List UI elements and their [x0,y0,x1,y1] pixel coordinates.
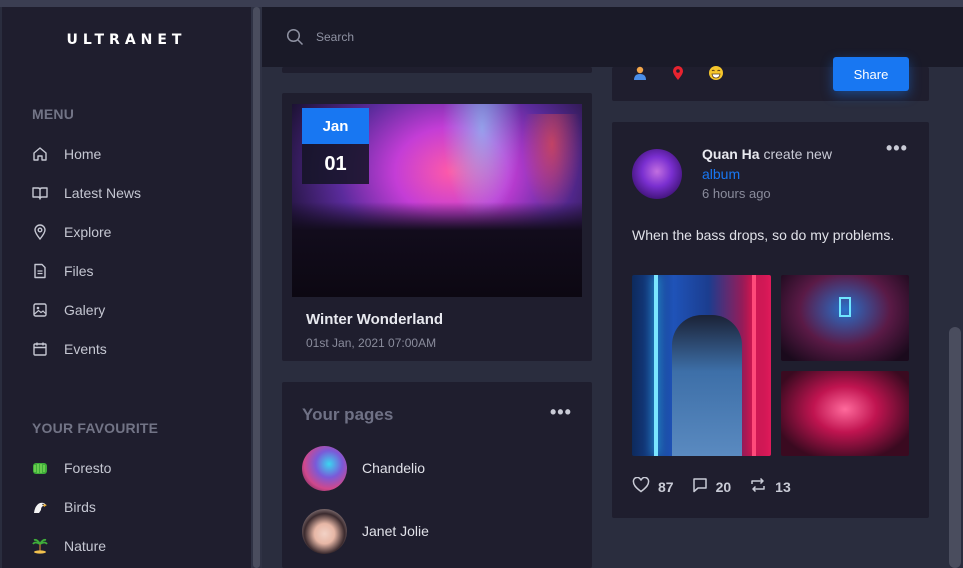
page-item-chandelio[interactable]: Chandelio [302,445,425,491]
sidebar-item-birds[interactable]: Birds [32,495,232,519]
heart-icon [632,476,650,496]
repost-icon [749,477,767,496]
sidebar: ULTRANET MENU Home Latest News Explore F… [2,7,251,568]
sidebar-item-label: Home [64,146,102,162]
sidebar-item-files[interactable]: Files [32,259,232,283]
page-name: Chandelio [362,460,426,476]
tree-emoji-icon [32,460,48,476]
comment-button[interactable]: 20 [692,477,732,496]
file-icon [32,263,48,279]
sidebar-scrollbar-thumb[interactable] [253,7,260,568]
home-icon [32,146,48,162]
content-scrollbar-thumb[interactable] [949,327,961,568]
sidebar-item-label: Nature [64,538,107,554]
menu-section-title: MENU [32,106,75,122]
avatar[interactable] [632,149,682,199]
more-options-icon[interactable]: ••• [886,138,908,159]
create-post-card: Share [612,57,929,101]
comment-icon [692,477,708,496]
post-timestamp: 6 hours ago [702,186,771,201]
image-icon [32,302,48,318]
post-album-link[interactable]: album [702,166,740,182]
more-options-icon[interactable]: ••• [550,402,572,423]
your-pages-card: Your pages ••• Chandelio Janet Jolie [282,382,592,568]
window-top-edge [0,0,963,7]
palm-island-emoji-icon [32,538,48,554]
emoji-icon[interactable] [708,65,724,86]
avatar [302,445,347,491]
page-name: Janet Jolie [362,523,429,539]
like-button[interactable]: 87 [632,476,674,496]
event-month-badge: Jan [302,108,369,144]
like-count: 87 [658,478,674,495]
page-item-janet-jolie[interactable]: Janet Jolie [302,508,429,554]
sidebar-item-latest-news[interactable]: Latest News [32,181,232,205]
repost-count: 13 [775,478,791,495]
post-card: Quan Ha create new album ••• 6 hours ago… [612,122,929,518]
post-photo[interactable] [781,275,909,361]
search-icon[interactable] [286,28,304,51]
sidebar-item-label: Galery [64,302,106,318]
book-icon [32,185,48,201]
sidebar-item-foresto[interactable]: Foresto [32,456,232,480]
event-title[interactable]: Winter Wonderland [306,311,443,328]
sidebar-item-label: Birds [64,499,96,515]
sidebar-item-label: Events [64,341,107,357]
sidebar-item-label: Foresto [64,460,112,476]
sidebar-item-home[interactable]: Home [32,142,232,166]
eagle-emoji-icon [32,499,48,515]
sidebar-item-events[interactable]: Events [32,337,232,361]
sidebar-item-label: Files [64,263,94,279]
location-icon[interactable] [670,65,686,86]
post-stats: 87 20 13 [632,476,791,496]
post-photo[interactable] [632,275,771,456]
post-attachment-icons [632,65,724,86]
comment-count: 20 [715,478,732,495]
post-action-text: create new [763,146,832,162]
app-logo[interactable]: ULTRANET [2,32,251,48]
right-gutter [929,67,947,568]
post-photo[interactable] [781,371,909,456]
favourite-section-title: YOUR FAVOURITE [32,420,159,436]
previous-card-bottom [282,67,592,73]
post-header: Quan Ha create new album [702,144,872,184]
event-datetime: 01st Jan, 2021 07:00AM [306,336,437,350]
event-day-badge: 01 [302,144,369,184]
event-card[interactable]: Jan 01 Winter Wonderland 01st Jan, 2021 … [282,93,592,361]
repost-button[interactable]: 13 [749,477,791,496]
calendar-icon [32,341,48,357]
sidebar-item-label: Explore [64,224,112,240]
post-author[interactable]: Quan Ha [702,146,760,162]
avatar [302,508,347,554]
sidebar-item-explore[interactable]: Explore [32,220,232,244]
location-pin-icon [32,224,48,240]
sidebar-item-label: Latest News [64,185,142,201]
post-text: When the bass drops, so do my problems. [632,227,895,243]
tag-people-icon[interactable] [632,65,648,86]
search-input[interactable] [316,27,616,47]
sidebar-item-nature[interactable]: Nature [32,534,232,558]
pages-title: Your pages [302,405,394,424]
sidebar-item-galery[interactable]: Galery [32,298,232,322]
share-button[interactable]: Share [833,57,909,91]
